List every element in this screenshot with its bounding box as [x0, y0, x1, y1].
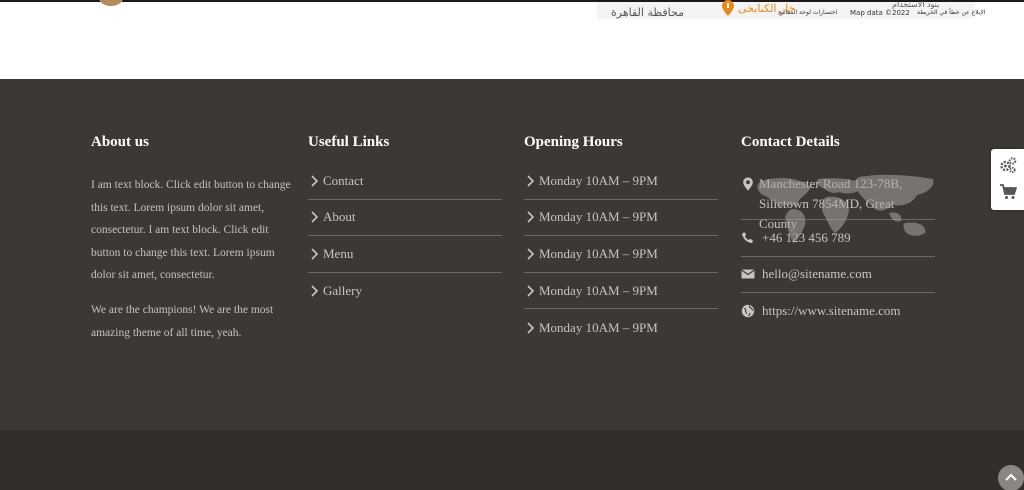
- chevron-right-icon: [311, 211, 319, 223]
- hours-heading: Opening Hours: [524, 134, 623, 150]
- map-report-link[interactable]: الإبلاغ عن خطأ في الخريطة: [917, 9, 986, 16]
- contact-details-list: Manchester Road 123-78B, Silictown 7854M…: [741, 171, 935, 330]
- chevron-right-icon: [311, 285, 319, 297]
- contact-email[interactable]: hello@sitename.com: [741, 257, 935, 294]
- contact-address: Manchester Road 123-78B, Silictown 7854M…: [741, 171, 935, 231]
- hours-label: Monday 10AM – 9PM: [539, 282, 658, 298]
- hours-item: Monday 10AM – 9PM: [524, 200, 718, 237]
- useful-links-list: Contact About Menu Gallery: [308, 163, 502, 309]
- footer-link-label[interactable]: Contact: [323, 173, 363, 189]
- scroll-to-top-button[interactable]: [998, 465, 1024, 490]
- about-heading: About us: [91, 134, 149, 150]
- map-data-attribution: Map data ©2022: [850, 9, 910, 17]
- side-tools-panel: [991, 149, 1024, 210]
- chevron-right-icon: [527, 285, 535, 297]
- chevron-right-icon: [527, 322, 535, 334]
- site-footer: About us I am text block. Click edit but…: [0, 79, 1024, 430]
- map-pin-icon[interactable]: [722, 0, 734, 16]
- hours-label: Monday 10AM – 9PM: [539, 209, 658, 225]
- map-city-label: محافظة القاهرة: [611, 6, 684, 19]
- embedded-map[interactable]: محافظة القاهرة خار الكنابخى اختصارات لوح…: [0, 0, 1024, 78]
- address-text: Manchester Road 123-78B, Silictown 7854M…: [759, 176, 903, 231]
- hours-item: Monday 10AM – 9PM: [524, 163, 718, 200]
- footer-link-gallery[interactable]: Gallery: [308, 273, 502, 310]
- chevron-right-icon: [311, 248, 319, 260]
- links-heading: Useful Links: [308, 134, 390, 150]
- chevron-right-icon: [527, 248, 535, 260]
- opening-hours-list: Monday 10AM – 9PM Monday 10AM – 9PM Mond…: [524, 163, 718, 346]
- globe-icon: [741, 305, 755, 318]
- map-shortcuts-link[interactable]: اختصارات لوحة المفاتيح: [778, 9, 837, 16]
- footer-link-contact[interactable]: Contact: [308, 163, 502, 200]
- chevron-right-icon: [311, 175, 319, 187]
- hours-item: Monday 10AM – 9PM: [524, 273, 718, 310]
- phone-icon: [742, 231, 753, 243]
- cart-icon[interactable]: [999, 183, 1017, 201]
- footer-link-about[interactable]: About: [308, 200, 502, 237]
- footer-link-label[interactable]: Gallery: [323, 283, 362, 299]
- map-marker-circle: [98, 0, 124, 6]
- envelope-icon: [741, 269, 755, 279]
- about-paragraph: We are the champions! We are the most am…: [91, 303, 274, 339]
- chevron-right-icon: [527, 211, 535, 223]
- contact-heading: Contact Details: [741, 134, 840, 150]
- hours-label: Monday 10AM – 9PM: [539, 319, 658, 335]
- about-text: I am text block. Click edit button to ch…: [91, 174, 291, 344]
- gears-icon[interactable]: [999, 156, 1017, 174]
- hours-item: Monday 10AM – 9PM: [524, 309, 718, 346]
- about-paragraph: I am text block. Click edit button to ch…: [91, 179, 291, 282]
- hours-label: Monday 10AM – 9PM: [539, 172, 658, 188]
- footer-link-label[interactable]: About: [323, 209, 356, 225]
- footer-link-menu[interactable]: Menu: [308, 236, 502, 273]
- copyright-bar: [0, 430, 1024, 490]
- phone-text[interactable]: +46 123 456 789: [762, 230, 851, 246]
- footer-link-label[interactable]: Menu: [323, 246, 353, 262]
- hours-label: Monday 10AM – 9PM: [539, 245, 658, 261]
- hours-item: Monday 10AM – 9PM: [524, 236, 718, 273]
- email-text[interactable]: hello@sitename.com: [762, 266, 872, 282]
- contact-website[interactable]: https://www.sitename.com: [741, 293, 935, 330]
- map-terms-link[interactable]: بنود الاستخدام: [892, 0, 939, 9]
- website-text[interactable]: https://www.sitename.com: [762, 303, 901, 319]
- chevron-right-icon: [527, 175, 535, 187]
- map-marker-icon: [743, 177, 753, 191]
